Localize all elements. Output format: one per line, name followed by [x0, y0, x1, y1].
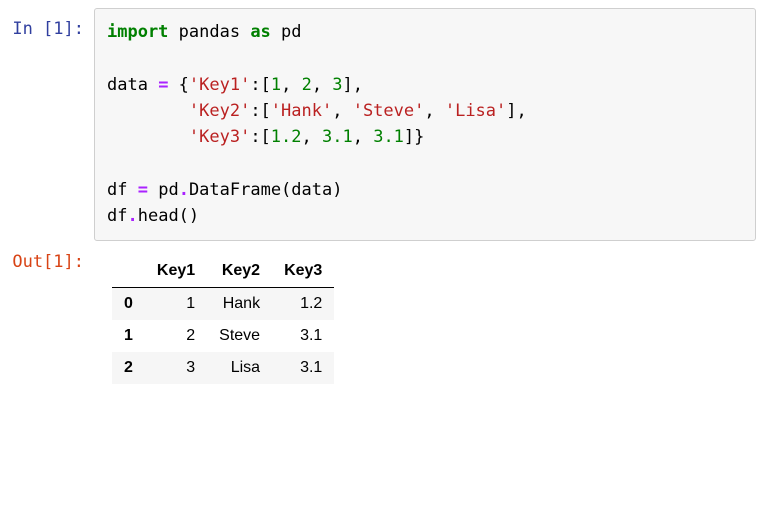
- table-col-header: Key1: [145, 255, 207, 288]
- input-cell: In [1]: import pandas as pd data = {'Key…: [0, 8, 760, 241]
- table-col-header: Key3: [272, 255, 334, 288]
- table-row-index: 2: [112, 352, 145, 384]
- table-col-header: Key2: [207, 255, 272, 288]
- notebook: In [1]: import pandas as pd data = {'Key…: [0, 0, 760, 404]
- table-row: 1 2 Steve 3.1: [112, 320, 334, 352]
- table-row: 0 1 Hank 1.2: [112, 287, 334, 320]
- output-area: Key1 Key2 Key3 0 1 Hank 1.2 1 2: [94, 241, 760, 384]
- table-corner: [112, 255, 145, 288]
- table-cell: 3.1: [272, 352, 334, 384]
- dataframe-table: Key1 Key2 Key3 0 1 Hank 1.2 1 2: [112, 255, 334, 384]
- table-row-index: 1: [112, 320, 145, 352]
- code-editor[interactable]: import pandas as pd data = {'Key1':[1, 2…: [94, 8, 756, 241]
- input-prompt: In [1]:: [0, 8, 94, 40]
- table-cell: 1: [145, 287, 207, 320]
- table-cell: Lisa: [207, 352, 272, 384]
- table-header-row: Key1 Key2 Key3: [112, 255, 334, 288]
- table-row-index: 0: [112, 287, 145, 320]
- table-cell: 2: [145, 320, 207, 352]
- table-cell: 1.2: [272, 287, 334, 320]
- table-cell: 3.1: [272, 320, 334, 352]
- table-cell: Hank: [207, 287, 272, 320]
- output-cell: Out[1]: Key1 Key2 Key3 0 1 Hank: [0, 241, 760, 384]
- table-row: 2 3 Lisa 3.1: [112, 352, 334, 384]
- table-cell: Steve: [207, 320, 272, 352]
- output-prompt: Out[1]:: [0, 241, 94, 273]
- table-cell: 3: [145, 352, 207, 384]
